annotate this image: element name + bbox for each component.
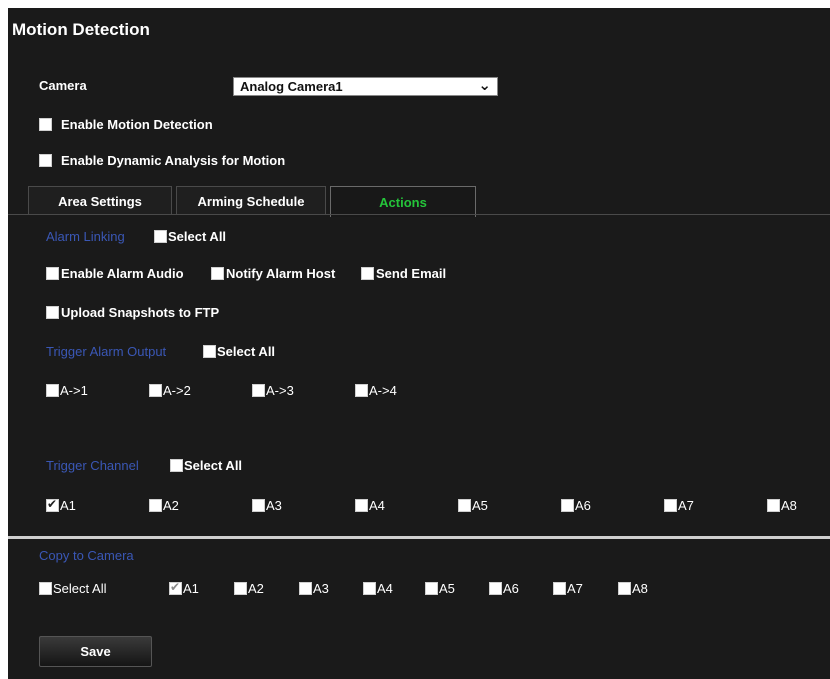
copy-a6-checkbox[interactable] — [489, 582, 502, 595]
page-title: Motion Detection — [12, 20, 150, 39]
copy-a8-label: A8 — [632, 581, 648, 596]
copy-to-camera-title: Copy to Camera — [39, 548, 134, 563]
tab-divider — [8, 214, 830, 215]
alarm-output-3-checkbox[interactable] — [252, 384, 265, 397]
copy-a5-checkbox[interactable] — [425, 582, 438, 595]
alarm-output-1-label: A->1 — [60, 383, 88, 398]
alarm-audio-label: Enable Alarm Audio — [61, 266, 184, 281]
alarm-output-2-checkbox[interactable] — [149, 384, 162, 397]
trigger-channel-a8-label: A8 — [781, 498, 797, 513]
trigger-channel-a2-checkbox[interactable] — [149, 499, 162, 512]
trigger-channel-title: Trigger Channel — [46, 458, 139, 473]
enable-dynamic-label: Enable Dynamic Analysis for Motion — [61, 153, 286, 168]
trigger-channel-select-all-checkbox[interactable] — [170, 459, 183, 472]
section-divider — [8, 536, 830, 539]
trigger-channel-a3-checkbox[interactable] — [252, 499, 265, 512]
alarm-linking-select-all-label: Select All — [168, 229, 227, 244]
trigger-channel-a4-label: A4 — [369, 498, 385, 513]
trigger-channel-a7-checkbox[interactable] — [664, 499, 677, 512]
trigger-channel-a6-label: A6 — [575, 498, 591, 513]
alarm-output-select-all-label: Select All — [217, 344, 276, 359]
copy-a1-label: A1 — [183, 581, 199, 596]
trigger-channel-a5-checkbox[interactable] — [458, 499, 471, 512]
copy-a5-label: A5 — [439, 581, 455, 596]
motion-detection-panel: Motion Detection Camera Analog Camera1 ⌄… — [8, 8, 830, 679]
save-button[interactable]: Save — [39, 636, 152, 667]
copy-a2-checkbox[interactable] — [234, 582, 247, 595]
tab-arming-schedule[interactable]: Arming Schedule — [176, 186, 326, 215]
upload-ftp-label: Upload Snapshots to FTP — [61, 305, 220, 320]
trigger-alarm-output-title: Trigger Alarm Output — [46, 344, 167, 359]
copy-a4-checkbox[interactable] — [363, 582, 376, 595]
alarm-audio-checkbox[interactable] — [46, 267, 59, 280]
trigger-channel-a5-label: A5 — [472, 498, 488, 513]
trigger-channel-a2-label: A2 — [163, 498, 179, 513]
alarm-output-4-label: A->4 — [369, 383, 397, 398]
camera-label: Camera — [39, 78, 87, 93]
enable-motion-label: Enable Motion Detection — [61, 117, 213, 132]
trigger-channel-a3-label: A3 — [266, 498, 282, 513]
upload-ftp-checkbox[interactable] — [46, 306, 59, 319]
trigger-channel-a6-checkbox[interactable] — [561, 499, 574, 512]
send-email-label: Send Email — [376, 266, 447, 281]
notify-alarm-host-checkbox[interactable] — [211, 267, 224, 280]
alarm-output-2-label: A->2 — [163, 383, 191, 398]
alarm-linking-select-all-checkbox[interactable] — [154, 230, 167, 243]
alarm-linking-title: Alarm Linking — [46, 229, 125, 244]
copy-a7-checkbox[interactable] — [553, 582, 566, 595]
copy-a6-label: A6 — [503, 581, 519, 596]
send-email-checkbox[interactable] — [361, 267, 374, 280]
copy-select-all-checkbox[interactable] — [39, 582, 52, 595]
alarm-output-1-checkbox[interactable] — [46, 384, 59, 397]
trigger-channel-a4-checkbox[interactable] — [355, 499, 368, 512]
camera-select-value: Analog Camera1 — [240, 79, 343, 94]
copy-a3-label: A3 — [313, 581, 329, 596]
copy-a2-label: A2 — [248, 581, 264, 596]
copy-a7-label: A7 — [567, 581, 583, 596]
alarm-output-4-checkbox[interactable] — [355, 384, 368, 397]
enable-dynamic-checkbox[interactable] — [39, 154, 52, 167]
notify-alarm-host-label: Notify Alarm Host — [226, 266, 336, 281]
camera-select[interactable]: Analog Camera1 ⌄ — [233, 76, 498, 96]
copy-a4-label: A4 — [377, 581, 393, 596]
alarm-output-select-all-checkbox[interactable] — [203, 345, 216, 358]
trigger-channel-a1-label: A1 — [60, 498, 76, 513]
copy-a1-checkbox[interactable] — [169, 580, 182, 595]
copy-a3-checkbox[interactable] — [299, 582, 312, 595]
trigger-channel-a7-label: A7 — [678, 498, 694, 513]
trigger-channel-a1-checkbox[interactable] — [46, 497, 59, 512]
trigger-channel-a8-checkbox[interactable] — [767, 499, 780, 512]
copy-select-all-label: Select All — [53, 581, 107, 596]
copy-a8-checkbox[interactable] — [618, 582, 631, 595]
alarm-output-3-label: A->3 — [266, 383, 294, 398]
trigger-channel-select-all-label: Select All — [184, 458, 243, 473]
tab-actions[interactable]: Actions — [330, 186, 476, 217]
chevron-down-icon: ⌄ — [478, 76, 491, 94]
enable-motion-checkbox[interactable] — [39, 118, 52, 131]
tab-area-settings[interactable]: Area Settings — [28, 186, 172, 215]
